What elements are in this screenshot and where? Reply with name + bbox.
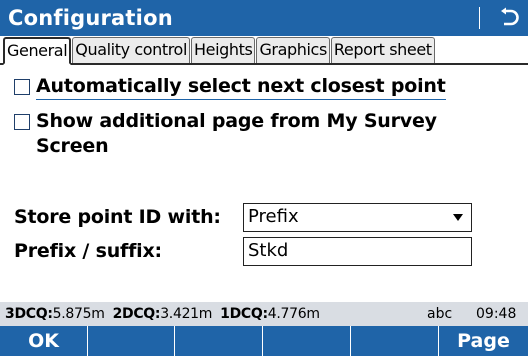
softkey-3-button[interactable] bbox=[175, 326, 263, 356]
softkey-2-button[interactable] bbox=[88, 326, 175, 356]
title-divider bbox=[479, 7, 480, 29]
additional-page-label-line2: Screen bbox=[36, 135, 109, 157]
prefix-suffix-value: Stkd bbox=[248, 240, 289, 261]
input-mode-indicator: abc bbox=[427, 306, 453, 322]
dcq2-readout: 2DCQ:3.421m bbox=[113, 306, 213, 322]
additional-page-checkbox[interactable] bbox=[14, 114, 30, 130]
title-bar: Configuration bbox=[0, 0, 528, 36]
auto-select-checkbox[interactable] bbox=[14, 79, 30, 95]
tab-bar: General Quality control Heights Graphics… bbox=[0, 37, 528, 65]
tab-general[interactable]: General bbox=[3, 37, 72, 65]
prefix-suffix-input[interactable]: Stkd bbox=[243, 237, 472, 266]
tab-report-sheet[interactable]: Report sheet bbox=[330, 37, 435, 63]
tab-graphics[interactable]: Graphics bbox=[256, 37, 330, 63]
tab-heights[interactable]: Heights bbox=[191, 37, 256, 63]
clock: 09:48 bbox=[476, 306, 517, 322]
additional-page-label: Show additional page from My Survey Scre… bbox=[36, 109, 437, 159]
dcq1-value: 4.776m bbox=[267, 306, 320, 322]
back-arrow-icon bbox=[501, 7, 519, 26]
dropdown-arrow-icon bbox=[453, 214, 463, 221]
auto-select-option[interactable]: Automatically select next closest point bbox=[14, 74, 446, 100]
store-point-id-value: Prefix bbox=[248, 206, 299, 227]
additional-page-option[interactable]: Show additional page from My Survey Scre… bbox=[14, 109, 437, 159]
page-button[interactable]: Page bbox=[439, 326, 528, 356]
prefix-suffix-label: Prefix / suffix: bbox=[14, 240, 162, 262]
store-point-id-select[interactable]: Prefix bbox=[243, 203, 472, 232]
store-point-id-label: Store point ID with: bbox=[14, 206, 221, 228]
tab-quality-control[interactable]: Quality control bbox=[72, 37, 190, 63]
additional-page-label-line1: Show additional page from My Survey bbox=[36, 110, 437, 132]
dcq2-value: 3.421m bbox=[160, 306, 213, 322]
softkey-5-button[interactable] bbox=[351, 326, 439, 356]
auto-select-label: Automatically select next closest point bbox=[36, 74, 446, 100]
status-bar: 3DCQ:5.875m 2DCQ:3.421m 1DCQ:4.776m abc … bbox=[0, 302, 528, 326]
ok-button[interactable]: OK bbox=[0, 326, 88, 356]
window-title: Configuration bbox=[8, 6, 173, 30]
back-button[interactable] bbox=[492, 0, 526, 36]
dcq3-readout: 3DCQ:5.875m bbox=[5, 306, 105, 322]
dcq3-value: 5.875m bbox=[52, 306, 105, 322]
softkey-bar: OK Page bbox=[0, 326, 528, 356]
dcq1-readout: 1DCQ:4.776m bbox=[220, 306, 320, 322]
dcq3-label: 3DCQ: bbox=[5, 306, 53, 322]
dcq1-label: 1DCQ: bbox=[220, 306, 268, 322]
softkey-4-button[interactable] bbox=[263, 326, 351, 356]
dcq2-label: 2DCQ: bbox=[112, 306, 161, 322]
